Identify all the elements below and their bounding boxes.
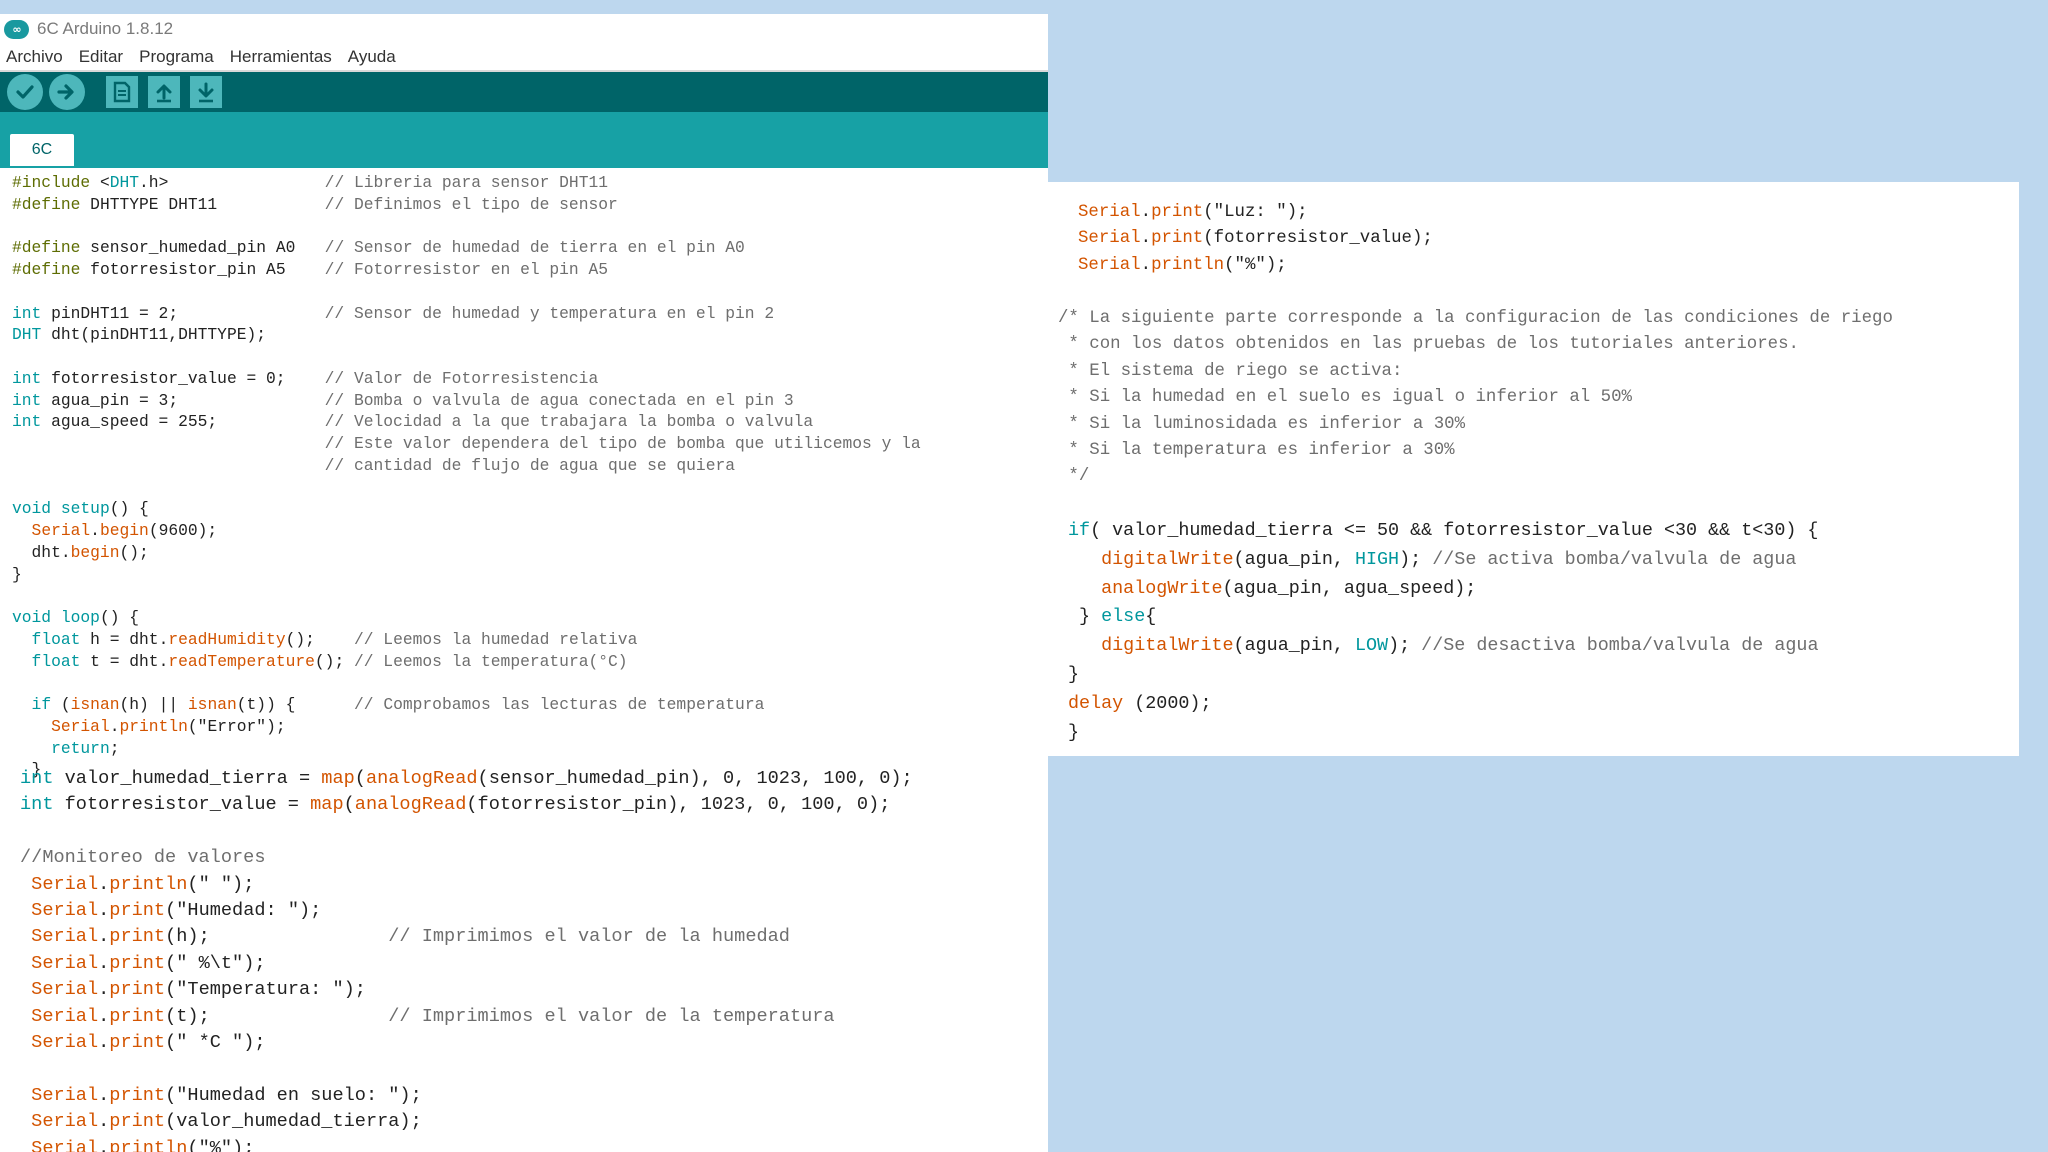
new-sketch-button[interactable] (106, 76, 138, 108)
code-line: // cantidad de flujo de agua que se quie… (324, 455, 736, 475)
code-line: int fotorresistor_value = map(analogRead… (20, 794, 891, 816)
menu-editar[interactable]: Editar (73, 47, 129, 67)
menu-herramientas[interactable]: Herramientas (224, 47, 338, 67)
code-line: * con los datos obtenidos en las pruebas… (1058, 335, 1799, 355)
code-line: Serial.print(fotorresistor_value); (1078, 229, 1433, 249)
code-line: Serial.print("Temperatura: "); (31, 979, 366, 1001)
menu-bar: Archivo Editar Programa Herramientas Ayu… (0, 44, 1048, 72)
code-line: float t = dht.readTemperature(); // Leem… (31, 651, 628, 671)
code-block-monitoring: int valor_humedad_tierra = map(analogRea… (20, 766, 913, 1152)
verify-icon (16, 85, 34, 99)
code-line: * Si la humedad en el suelo es igual o i… (1058, 388, 1632, 408)
code-line: * Si la temperatura es inferior a 30% (1058, 441, 1455, 461)
arduino-logo-icon: ∞ (4, 19, 29, 39)
code-snippet-panel: Serial.print("Luz: "); Serial.print(foto… (1048, 182, 2019, 756)
toolbar (0, 72, 1048, 112)
tab-6c[interactable]: 6C (10, 134, 74, 166)
open-arrow-up-icon (156, 84, 172, 103)
code-line: * El sistema de riego se activa: (1058, 361, 1403, 381)
code-line: } (12, 564, 22, 584)
code-line: int valor_humedad_tierra = map(analogRea… (20, 768, 913, 789)
code-line: #include <DHT.h> // Libreria para sensor… (12, 173, 609, 192)
code-block-light-print: Serial.print("Luz: "); Serial.print(foto… (1078, 200, 1433, 279)
code-line: Serial.print(" *C "); (31, 1032, 266, 1054)
code-line: #define fotorresistor_pin A5 // Fotorres… (12, 260, 609, 279)
code-line: } else{ (1068, 606, 1157, 628)
arduino-ide-window: ∞ 6C Arduino 1.8.12 Archivo Editar Progr… (0, 14, 1048, 1152)
code-line: Serial.print("Humedad: "); (31, 900, 322, 922)
code-line: if( valor_humedad_tierra <= 50 && fotorr… (1068, 520, 1819, 541)
code-line: analogWrite(agua_pin, agua_speed); (1101, 577, 1477, 599)
save-arrow-down-icon (198, 82, 214, 103)
code-line: Serial.print(valor_humedad_tierra); (31, 1111, 422, 1133)
code-line: digitalWrite(agua_pin, LOW); //Se desact… (1101, 635, 1819, 657)
code-line: digitalWrite(agua_pin, HIGH); //Se activ… (1101, 548, 1797, 570)
code-block-setup-loop: #include <DHT.h> // Libreria para sensor… (12, 172, 921, 781)
open-sketch-button[interactable] (148, 76, 180, 108)
verify-button[interactable] (7, 74, 43, 110)
code-line: #define sensor_humedad_pin A0 // Sensor … (12, 238, 745, 258)
code-line: void loop() { (12, 608, 140, 627)
menu-programa[interactable]: Programa (133, 47, 220, 67)
new-file-icon (113, 81, 131, 103)
window-title: 6C Arduino 1.8.12 (37, 19, 174, 38)
code-line: return; (51, 738, 120, 758)
code-line: int agua_pin = 3; // Bomba o valvula de … (12, 390, 794, 410)
code-line: */ (1058, 467, 1090, 487)
code-block-irrigation-logic: if( valor_humedad_tierra <= 50 && fotorr… (1068, 517, 1818, 747)
code-line: void setup() { (12, 499, 149, 519)
code-line: Serial.begin(9600); (31, 521, 218, 540)
upload-button[interactable] (49, 74, 85, 110)
code-line: } (1068, 663, 1080, 685)
code-line: Serial.print(" %\t"); (31, 952, 266, 974)
code-line: float h = dht.readHumidity(); // Leemos … (31, 629, 638, 649)
code-line: Serial.println(" "); (31, 873, 255, 895)
code-line: Serial.print(t); // Imprimimos el valor … (31, 1005, 835, 1027)
code-line: Serial.print("Humedad en suelo: "); (31, 1084, 422, 1106)
code-line: if (isnan(h) || isnan(t)) { // Comprobam… (31, 695, 765, 714)
code-line: Serial.print("Luz: "); (1078, 203, 1308, 222)
code-line: #define DHTTYPE DHT11 // Definimos el ti… (12, 194, 618, 214)
title-bar: ∞ 6C Arduino 1.8.12 (0, 14, 1048, 44)
code-line: // Este valor dependera del tipo de bomb… (324, 434, 921, 453)
menu-ayuda[interactable]: Ayuda (342, 47, 402, 67)
code-line: } (1068, 721, 1080, 743)
code-line: int pinDHT11 = 2; // Sensor de humedad y… (12, 303, 775, 323)
code-line: DHT dht(pinDHT11,DHTTYPE); (12, 325, 267, 345)
code-block-comment: /* La siguiente parte corresponde a la c… (1058, 306, 1893, 491)
code-line: //Monitoreo de valores (20, 847, 266, 869)
code-line: Serial.println("Error"); (51, 716, 286, 736)
code-line: Serial.println("%"); (1078, 255, 1287, 275)
upload-arrow-icon (57, 84, 74, 100)
code-line: Serial.print(h); // Imprimimos el valor … (31, 926, 790, 948)
code-line: int fotorresistor_value = 0; // Valor de… (12, 368, 599, 388)
code-line: Serial.println("%"); (31, 1137, 255, 1152)
tab-bar: 6C (0, 112, 1048, 168)
save-sketch-button[interactable] (190, 76, 222, 108)
code-line: * Si la luminosidada es inferior a 30% (1058, 414, 1466, 434)
code-line: dht.begin(); (12, 542, 149, 562)
menu-archivo[interactable]: Archivo (0, 47, 69, 67)
code-line: delay (2000); (1068, 692, 1212, 714)
code-editor[interactable]: #include <DHT.h> // Libreria para sensor… (0, 168, 1048, 1152)
code-line: int agua_speed = 255; // Velocidad a la … (12, 412, 814, 432)
code-line: /* La siguiente parte corresponde a la c… (1058, 309, 1893, 328)
